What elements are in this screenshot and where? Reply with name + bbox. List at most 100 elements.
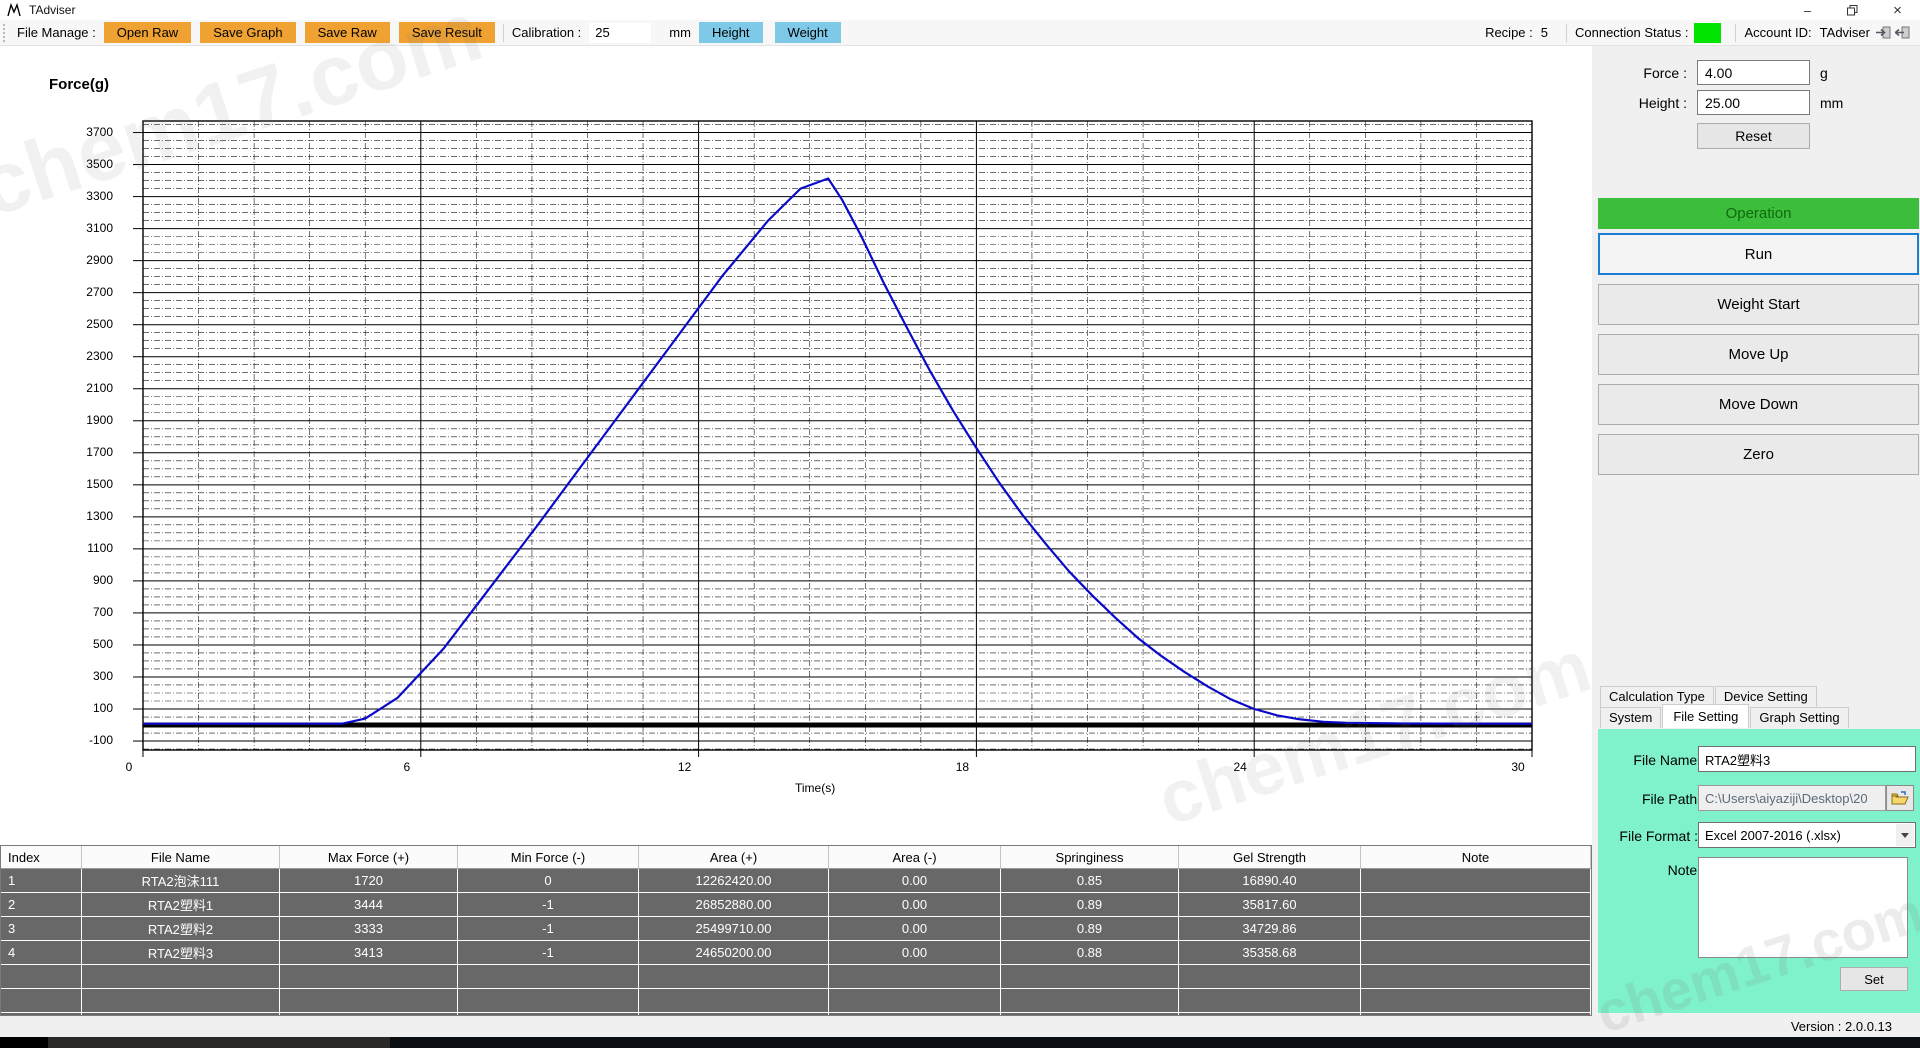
table-row[interactable]: 1RTA2泡沫1111720012262420.000.000.8516890.… bbox=[1, 869, 1591, 893]
x-tick-label: 12 bbox=[663, 760, 707, 774]
chart-y-axis-title: Force(g) bbox=[49, 76, 109, 93]
table-cell: 16890.40 bbox=[1179, 869, 1361, 893]
window-title: TAdviser bbox=[29, 3, 75, 17]
table-cell: 3413 bbox=[280, 941, 458, 965]
save-raw-button[interactable]: Save Raw bbox=[305, 22, 390, 43]
operation-header: Operation bbox=[1598, 198, 1919, 229]
table-header-row: IndexFile NameMax Force (+)Min Force (-)… bbox=[1, 846, 1591, 869]
browse-folder-button[interactable] bbox=[1886, 785, 1914, 811]
move-down-button[interactable]: Move Down bbox=[1598, 384, 1919, 425]
height-input[interactable] bbox=[1697, 90, 1810, 115]
y-tick-label: 500 bbox=[55, 637, 113, 651]
table-row[interactable]: 3RTA2塑料23333-125499710.000.000.8934729.8… bbox=[1, 917, 1591, 941]
x-tick-label: 6 bbox=[385, 760, 429, 774]
table-cell bbox=[1001, 1013, 1179, 1016]
table-cell: 0 bbox=[458, 869, 639, 893]
save-graph-button[interactable]: Save Graph bbox=[200, 22, 295, 43]
table-cell bbox=[829, 989, 1001, 1013]
recipe-label: Recipe : bbox=[1485, 25, 1533, 40]
table-cell: 12262420.00 bbox=[639, 869, 829, 893]
minimize-button[interactable]: – bbox=[1785, 0, 1830, 20]
x-tick-label: 24 bbox=[1218, 760, 1262, 774]
x-tick-label: 0 bbox=[107, 760, 151, 774]
table-row[interactable]: 4RTA2塑料33413-124650200.000.000.8835358.6… bbox=[1, 941, 1591, 965]
table-cell: 24650200.00 bbox=[639, 941, 829, 965]
close-button[interactable]: × bbox=[1875, 0, 1920, 20]
run-button[interactable]: Run bbox=[1598, 233, 1919, 275]
table-cell bbox=[1361, 1013, 1591, 1016]
table-cell: 3444 bbox=[280, 893, 458, 917]
table-cell bbox=[1, 965, 82, 989]
chart-svg bbox=[129, 121, 1532, 760]
table-row[interactable] bbox=[1, 965, 1591, 989]
toolbar: File Manage : Open Raw Save Graph Save R… bbox=[0, 20, 1920, 46]
taskbar[interactable] bbox=[0, 1037, 1920, 1048]
target-settings-form: Force : g Height : mm Reset bbox=[1617, 60, 1907, 154]
table-cell bbox=[1179, 965, 1361, 989]
table-cell bbox=[82, 1013, 280, 1016]
version-text: Version : 2.0.0.13 bbox=[1791, 1019, 1892, 1034]
calibration-unit: mm bbox=[669, 25, 691, 40]
height-button[interactable]: Height bbox=[699, 22, 763, 43]
file-path-field[interactable]: C:\Users\aiyaziji\Desktop\20 bbox=[1698, 785, 1886, 811]
taskbar-segment bbox=[0, 1037, 48, 1048]
file-setting-panel: File Name : File Path : C:\Users\aiyazij… bbox=[1598, 729, 1920, 1013]
table-cell: RTA2塑料3 bbox=[82, 941, 280, 965]
tab-system[interactable]: System bbox=[1600, 707, 1661, 728]
table-cell bbox=[1, 1013, 82, 1016]
column-header: Max Force (+) bbox=[280, 846, 458, 869]
tab-file-setting[interactable]: File Setting bbox=[1662, 704, 1749, 728]
table-cell: 0.00 bbox=[829, 941, 1001, 965]
table-cell bbox=[639, 965, 829, 989]
login-icon[interactable] bbox=[1876, 26, 1891, 39]
table-cell bbox=[829, 965, 1001, 989]
save-result-button[interactable]: Save Result bbox=[399, 22, 495, 43]
table-row[interactable] bbox=[1, 1013, 1591, 1016]
taskbar-segment bbox=[48, 1037, 390, 1048]
weight-start-button[interactable]: Weight Start bbox=[1598, 284, 1919, 325]
table-cell: -1 bbox=[458, 917, 639, 941]
move-up-button[interactable]: Move Up bbox=[1598, 334, 1919, 375]
calibration-input[interactable] bbox=[589, 23, 651, 43]
y-tick-label: 2500 bbox=[55, 317, 113, 331]
column-header: Area (-) bbox=[829, 846, 1001, 869]
force-input[interactable] bbox=[1697, 60, 1810, 85]
chevron-down-icon bbox=[1901, 833, 1909, 838]
connection-status-indicator bbox=[1694, 23, 1721, 43]
table-cell: 0.89 bbox=[1001, 893, 1179, 917]
y-tick-label: 3100 bbox=[55, 221, 113, 235]
weight-button[interactable]: Weight bbox=[775, 22, 841, 43]
table-cell: RTA2泡沫111 bbox=[82, 869, 280, 893]
table-cell bbox=[458, 1013, 639, 1016]
account-id-value: TAdviser bbox=[1820, 25, 1870, 40]
open-raw-button[interactable]: Open Raw bbox=[104, 22, 191, 43]
connection-status-label: Connection Status : bbox=[1575, 25, 1688, 40]
table-cell: 3 bbox=[1, 917, 82, 941]
table-row[interactable]: 2RTA2塑料13444-126852880.000.000.8935817.6… bbox=[1, 893, 1591, 917]
y-tick-label: 2900 bbox=[55, 253, 113, 267]
table-cell bbox=[639, 989, 829, 1013]
set-button[interactable]: Set bbox=[1840, 967, 1908, 991]
tab-graph-setting[interactable]: Graph Setting bbox=[1750, 707, 1848, 728]
file-name-input[interactable] bbox=[1698, 746, 1916, 772]
table-row[interactable] bbox=[1, 989, 1591, 1013]
table-cell bbox=[1, 989, 82, 1013]
table-cell: -1 bbox=[458, 941, 639, 965]
file-path-label: File Path : bbox=[1610, 791, 1705, 807]
note-textarea[interactable] bbox=[1698, 857, 1908, 958]
logout-icon[interactable] bbox=[1895, 26, 1910, 39]
toolbar-separator bbox=[1735, 24, 1736, 42]
reset-button[interactable]: Reset bbox=[1697, 123, 1810, 149]
table-cell: 4 bbox=[1, 941, 82, 965]
file-format-select[interactable]: Excel 2007-2016 (.xlsx) bbox=[1698, 822, 1916, 848]
table-cell bbox=[280, 1013, 458, 1016]
restore-button[interactable] bbox=[1830, 0, 1875, 20]
y-tick-label: 700 bbox=[55, 605, 113, 619]
table-cell: 26852880.00 bbox=[639, 893, 829, 917]
zero-button[interactable]: Zero bbox=[1598, 434, 1919, 475]
y-tick-label: 2300 bbox=[55, 349, 113, 363]
table-cell bbox=[1361, 941, 1591, 965]
table-cell bbox=[280, 965, 458, 989]
y-tick-label: -100 bbox=[55, 733, 113, 747]
table-cell: 2 bbox=[1, 893, 82, 917]
